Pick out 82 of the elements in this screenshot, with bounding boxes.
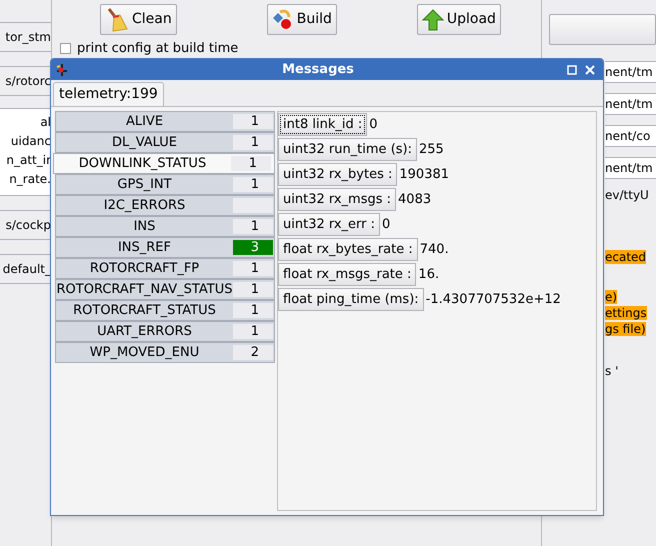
field-button[interactable]: float ping_time (ms): <box>278 288 424 311</box>
toolbar-button[interactable]: Upload <box>416 4 501 35</box>
message-row[interactable]: ALIVE 1 <box>55 111 275 132</box>
log-text: s ' <box>605 364 618 378</box>
message-count: 1 <box>233 324 273 339</box>
log-text: gs file) <box>605 322 646 336</box>
field-button[interactable]: int8 link_id : <box>278 113 368 136</box>
app-icon <box>55 62 69 76</box>
message-row[interactable]: DL_VALUE 1 <box>55 132 275 153</box>
message-name: WP_MOVED_ENU <box>88 344 200 362</box>
list-item[interactable]: uidanc <box>0 132 51 151</box>
field-value: 4083 <box>398 190 432 209</box>
window-title: Messages <box>281 60 355 79</box>
message-row[interactable]: INS 1 <box>55 216 275 237</box>
message-row[interactable]: ROTORCRAFT_NAV_STATUS 1 <box>55 279 275 300</box>
field-button[interactable]: uint32 rx_err : <box>278 213 380 236</box>
message-name: INS <box>132 218 156 236</box>
field-value: 16. <box>418 266 440 284</box>
field-value: 740. <box>420 240 449 259</box>
list-item[interactable]: n_att_ir <box>0 151 51 170</box>
message-name: ROTORCRAFT_NAV_STATUS <box>56 280 233 299</box>
field-button[interactable]: float rx_msgs_rate : <box>278 263 416 286</box>
message-name: DOWNLINK_STATUS <box>78 154 208 173</box>
message-row[interactable]: ROTORCRAFT_FP 1 <box>55 258 275 279</box>
tab[interactable]: telemetry:199 <box>53 82 164 106</box>
path-field[interactable]: nent/tm <box>605 157 656 179</box>
list-item[interactable]: n_rate. <box>0 170 51 189</box>
close-icon[interactable] <box>585 64 595 74</box>
field-button[interactable]: uint32 rx_msgs : <box>278 188 396 211</box>
field-value: -1.4307707532e+12 <box>426 290 561 309</box>
message-name: INS_REF <box>116 238 172 257</box>
message-count: 1 <box>233 177 273 192</box>
path-field[interactable]: nent/co <box>605 125 656 147</box>
log-text: ecated <box>605 250 646 264</box>
message-count: 1 <box>233 303 273 318</box>
message-name: ROTORCRAFT_FP <box>88 260 200 278</box>
message-row[interactable]: DOWNLINK_STATUS 1 <box>53 153 275 174</box>
message-count: 2 <box>233 345 273 360</box>
path-field[interactable]: nent/tm <box>605 93 656 115</box>
message-row[interactable]: ROTORCRAFT_STATUS 1 <box>55 300 275 321</box>
field-button[interactable]: float rx_bytes_rate : <box>278 238 418 261</box>
field-value: 0 <box>369 116 378 134</box>
field-value: 190381 <box>399 166 450 184</box>
checkbox[interactable] <box>60 43 71 54</box>
message-row[interactable]: GPS_INT 1 <box>55 174 275 195</box>
field-value: 255 <box>418 140 444 159</box>
log-text: ettings <box>605 306 647 320</box>
message-count: 3 <box>233 240 273 255</box>
build-icon <box>272 8 294 30</box>
message-count: 1 <box>233 135 273 150</box>
checkbox-label: print config at build time <box>77 40 238 58</box>
list-item[interactable]: al <box>0 113 51 132</box>
field-value: 0 <box>382 216 390 234</box>
field-button[interactable]: uint32 rx_bytes : <box>278 163 398 186</box>
message-count: 1 <box>231 156 271 171</box>
message-row[interactable]: UART_ERRORS 1 <box>55 321 275 342</box>
message-count: 1 <box>233 282 273 297</box>
path-field[interactable]: s/rotorc <box>0 66 51 96</box>
broom-icon <box>105 6 129 32</box>
path-field[interactable]: nent/tm <box>605 61 656 83</box>
toolbar-button[interactable]: Clean <box>100 4 177 35</box>
message-row[interactable]: I2C_ERRORS <box>55 195 275 216</box>
path-field[interactable]: tor_stm <box>0 22 51 52</box>
message-name: ALIVE <box>124 112 164 131</box>
message-count: 1 <box>233 261 273 276</box>
log-text: ev/ttyU <box>605 188 649 202</box>
log-text: e) <box>605 290 618 304</box>
toolbar-button[interactable]: Build <box>266 4 337 35</box>
message-name: DL_VALUE <box>110 134 178 152</box>
message-name: I2C_ERRORS <box>102 196 186 215</box>
message-name: ROTORCRAFT_STATUS <box>72 302 217 320</box>
message-row[interactable]: WP_MOVED_ENU 2 <box>55 342 275 363</box>
up-arrow-icon <box>422 8 444 30</box>
message-name: GPS_INT <box>116 176 173 194</box>
message-row[interactable]: INS_REF 3 <box>55 237 275 258</box>
message-name: UART_ERRORS <box>96 322 193 341</box>
field-button[interactable]: uint32 run_time (s): <box>278 138 417 161</box>
maximize-icon[interactable] <box>567 64 577 74</box>
path-field[interactable]: s/cockp <box>0 210 51 240</box>
message-count: 1 <box>233 114 273 129</box>
path-field[interactable]: default_ <box>0 254 51 284</box>
message-count: 1 <box>233 219 273 234</box>
